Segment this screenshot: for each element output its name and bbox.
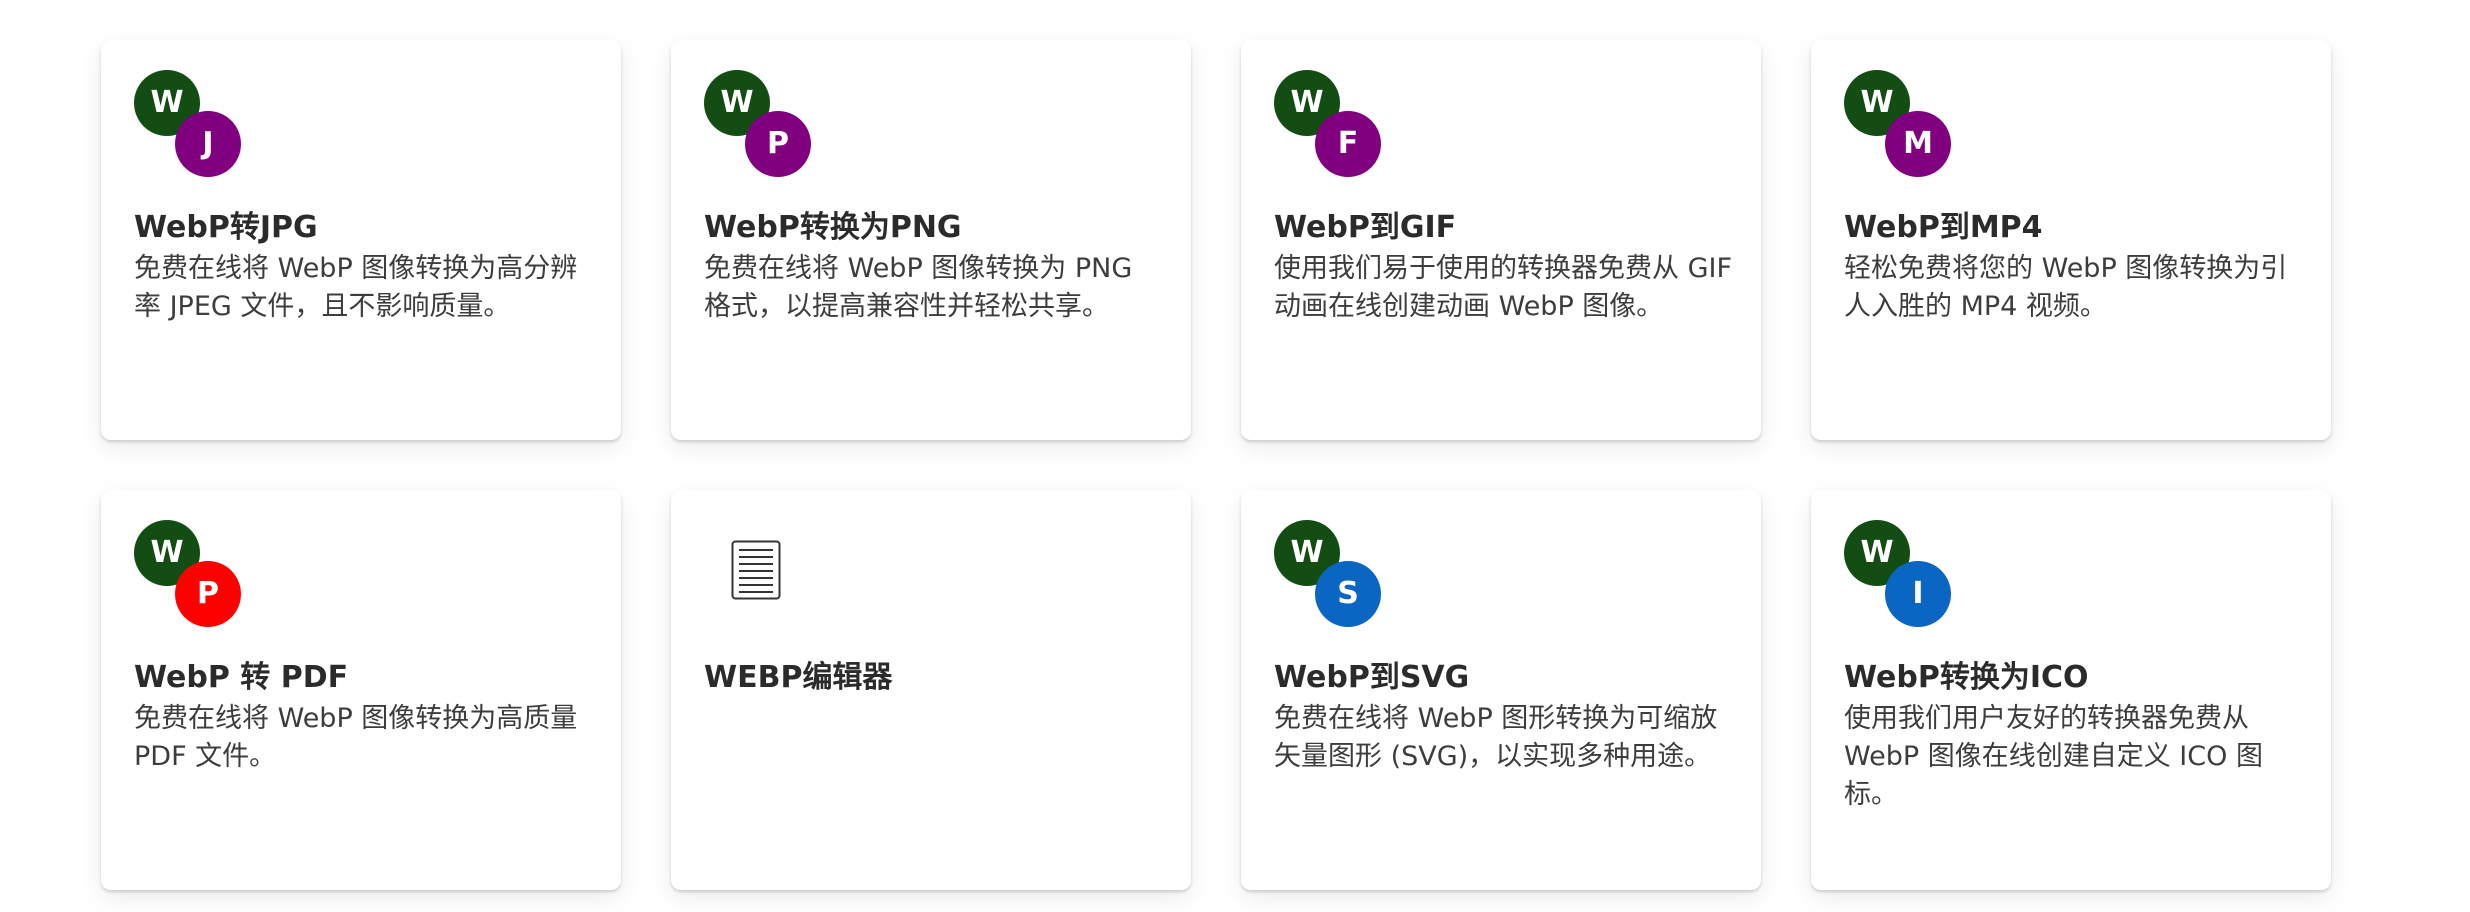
card-title: WebP到SVG xyxy=(1274,660,1470,695)
card-webp-to-mp4[interactable]: W M WebP到MP4 轻松免费将您的 WebP 图像转换为引人入胜的 MP4… xyxy=(1811,40,2331,440)
webp-to-pdf-icon: W P xyxy=(134,520,244,630)
card-description: 使用我们用户友好的转换器免费从 WebP 图像在线创建自定义 ICO 图标。 xyxy=(1844,703,2263,810)
card-description: 使用我们易于使用的转换器免费从 GIF 动画在线创建动画 WebP 图像。 xyxy=(1274,253,1732,322)
card-webp-to-png[interactable]: W P WebP转换为PNG 免费在线将 WebP 图像转换为 PNG 格式，以… xyxy=(671,40,1191,440)
card-title: WebP到GIF xyxy=(1274,210,1457,245)
card-webp-to-ico[interactable]: W I WebP转换为ICO 使用我们用户友好的转换器免费从 WebP 图像在线… xyxy=(1811,490,2331,890)
card-title: WebP转换为ICO xyxy=(1844,660,2089,695)
svg-badge-icon: S xyxy=(1315,561,1381,627)
card-webp-to-gif[interactable]: W F WebP到GIF 使用我们易于使用的转换器免费从 GIF 动画在线创建动… xyxy=(1241,40,1761,440)
card-description: 免费在线将 WebP 图像转换为高质量 PDF 文件。 xyxy=(134,703,578,772)
png-badge-icon: P xyxy=(745,111,811,177)
card-description: 免费在线将 WebP 图像转换为 PNG 格式，以提高兼容性并轻松共享。 xyxy=(704,253,1133,322)
card-webp-editor[interactable]: WEBP编辑器 xyxy=(671,490,1191,890)
card-webp-to-svg[interactable]: W S WebP到SVG 免费在线将 WebP 图形转换为可缩放矢量图形 (SV… xyxy=(1241,490,1761,890)
webp-to-svg-icon: W S xyxy=(1274,520,1384,630)
webp-to-gif-icon: W F xyxy=(1274,70,1384,180)
card-webp-to-pdf[interactable]: W P WebP 转 PDF 免费在线将 WebP 图像转换为高质量 PDF 文… xyxy=(101,490,621,890)
card-title: WebP转JPG xyxy=(134,210,318,245)
jpg-badge-icon: J xyxy=(175,111,241,177)
card-description: 免费在线将 WebP 图像转换为高分辨率 JPEG 文件，且不影响质量。 xyxy=(134,253,578,322)
gif-badge-icon: F xyxy=(1315,111,1381,177)
webp-to-png-icon: W P xyxy=(704,70,814,180)
webp-to-mp4-icon: W M xyxy=(1844,70,1954,180)
ico-badge-icon: I xyxy=(1885,561,1951,627)
converter-cards-grid: W J WebP转JPG 免费在线将 WebP 图像转换为高分辨率 JPEG 文… xyxy=(0,0,2470,912)
card-title: WebP到MP4 xyxy=(1844,210,2043,245)
card-description: 免费在线将 WebP 图形转换为可缩放矢量图形 (SVG)，以实现多种用途。 xyxy=(1274,703,1718,772)
card-title: WebP 转 PDF xyxy=(134,660,349,695)
webp-to-ico-icon: W I xyxy=(1844,520,1954,630)
webp-to-jpg-icon: W J xyxy=(134,70,244,180)
mp4-badge-icon: M xyxy=(1885,111,1951,177)
document-icon xyxy=(731,540,781,600)
card-title: WEBP编辑器 xyxy=(704,660,893,695)
pdf-badge-icon: P xyxy=(175,561,241,627)
card-description: 轻松免费将您的 WebP 图像转换为引人入胜的 MP4 视频。 xyxy=(1844,253,2288,322)
card-webp-to-jpg[interactable]: W J WebP转JPG 免费在线将 WebP 图像转换为高分辨率 JPEG 文… xyxy=(101,40,621,440)
card-title: WebP转换为PNG xyxy=(704,210,962,245)
